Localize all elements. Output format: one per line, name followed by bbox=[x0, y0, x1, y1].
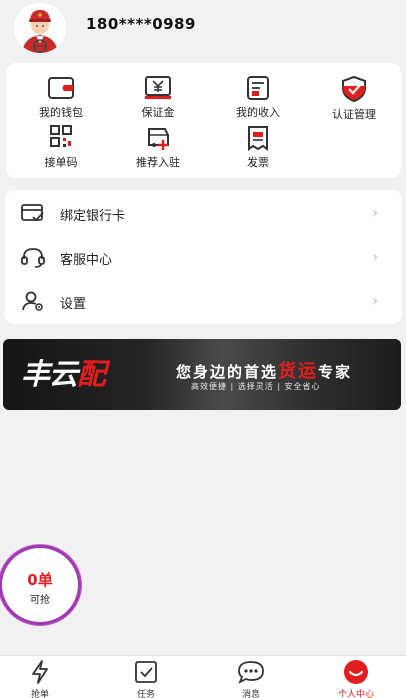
order-count: 0单 bbox=[27, 571, 53, 589]
chevron-right-icon: › bbox=[372, 206, 378, 221]
available-orders-button[interactable]: 0单 可抢 bbox=[0, 545, 81, 625]
deposit-yen-icon bbox=[145, 76, 171, 99]
shield-check-icon bbox=[342, 75, 366, 103]
bank-card-icon bbox=[21, 204, 44, 222]
grid-label: 保证金 bbox=[141, 106, 175, 119]
brand-logo: 丰云配 bbox=[21, 357, 106, 391]
grid-item-invoice[interactable]: 发票 bbox=[210, 125, 306, 170]
grid-item-recommend[interactable]: 推荐入驻 bbox=[110, 125, 206, 170]
user-settings-icon bbox=[22, 291, 43, 311]
profile-header: 180****0989 bbox=[0, 0, 406, 60]
list-item-customer-service[interactable]: 客服中心 › bbox=[5, 236, 402, 280]
headset-icon bbox=[21, 248, 45, 268]
order-count-label: 可抢 bbox=[30, 595, 50, 606]
grid-label: 接单码 bbox=[44, 156, 78, 169]
tab-label: 消息 bbox=[241, 690, 260, 698]
list-item-bind-bank-card[interactable]: 绑定银行卡 › bbox=[5, 192, 402, 236]
grid-item-certification[interactable]: 认证管理 bbox=[306, 75, 402, 122]
qr-code-icon bbox=[50, 125, 72, 147]
tab-profile[interactable]: 个人中心 bbox=[316, 656, 396, 698]
list-item-label: 客服中心 bbox=[60, 253, 113, 268]
grid-item-order-code[interactable]: 接单码 bbox=[13, 125, 109, 170]
list-item-settings[interactable]: 设置 › bbox=[5, 280, 402, 324]
lightning-icon bbox=[32, 660, 48, 684]
avatar[interactable] bbox=[14, 3, 66, 53]
tab-label: 任务 bbox=[136, 690, 155, 698]
tab-messages[interactable]: 消息 bbox=[211, 656, 291, 698]
banner-tags: 高效便捷 | 选择灵活 | 安全省心 bbox=[191, 382, 321, 391]
chevron-right-icon: › bbox=[372, 294, 378, 309]
message-bubble-icon bbox=[238, 661, 264, 684]
grid-item-income[interactable]: 我的收入 bbox=[210, 75, 306, 120]
income-icon bbox=[247, 76, 269, 100]
tab-grab-order[interactable]: 抢单 bbox=[0, 656, 80, 698]
tab-label: 个人中心 bbox=[337, 690, 374, 698]
grid-label: 发票 bbox=[247, 156, 269, 169]
grid-item-deposit[interactable]: 保证金 bbox=[110, 75, 206, 120]
banner-slogan: 您身边的首选货运专家 bbox=[176, 361, 353, 382]
grid-label: 认证管理 bbox=[332, 108, 376, 121]
promo-banner[interactable]: 丰云配 您身边的首选货运专家 高效便捷 | 选择灵活 | 安全省心 bbox=[3, 339, 401, 410]
chevron-right-icon: › bbox=[372, 250, 378, 265]
grid-label: 我的钱包 bbox=[39, 106, 83, 119]
wallet-icon bbox=[48, 77, 74, 99]
list-item-label: 绑定银行卡 bbox=[60, 209, 126, 224]
settings-list: 绑定银行卡 › 客服中心 › 设置 › bbox=[5, 190, 402, 324]
recommend-icon bbox=[148, 128, 169, 150]
task-check-icon bbox=[135, 661, 157, 683]
bottom-tab-bar: 抢单 任务 消息 个人中心 bbox=[0, 655, 406, 698]
profile-active-icon bbox=[344, 660, 368, 684]
grid-label: 推荐入驻 bbox=[136, 156, 180, 169]
grid-item-wallet[interactable]: 我的钱包 bbox=[13, 75, 109, 120]
tab-label: 抢单 bbox=[30, 690, 49, 698]
grid-label: 我的收入 bbox=[236, 106, 280, 119]
phone-number: 180****0989 bbox=[86, 15, 196, 33]
list-item-label: 设置 bbox=[60, 297, 87, 312]
invoice-icon bbox=[248, 126, 268, 151]
function-grid: 我的钱包 保证金 我的收入 认证管理 接单码 推荐入驻 发票 bbox=[6, 63, 401, 178]
tab-tasks[interactable]: 任务 bbox=[106, 656, 186, 698]
